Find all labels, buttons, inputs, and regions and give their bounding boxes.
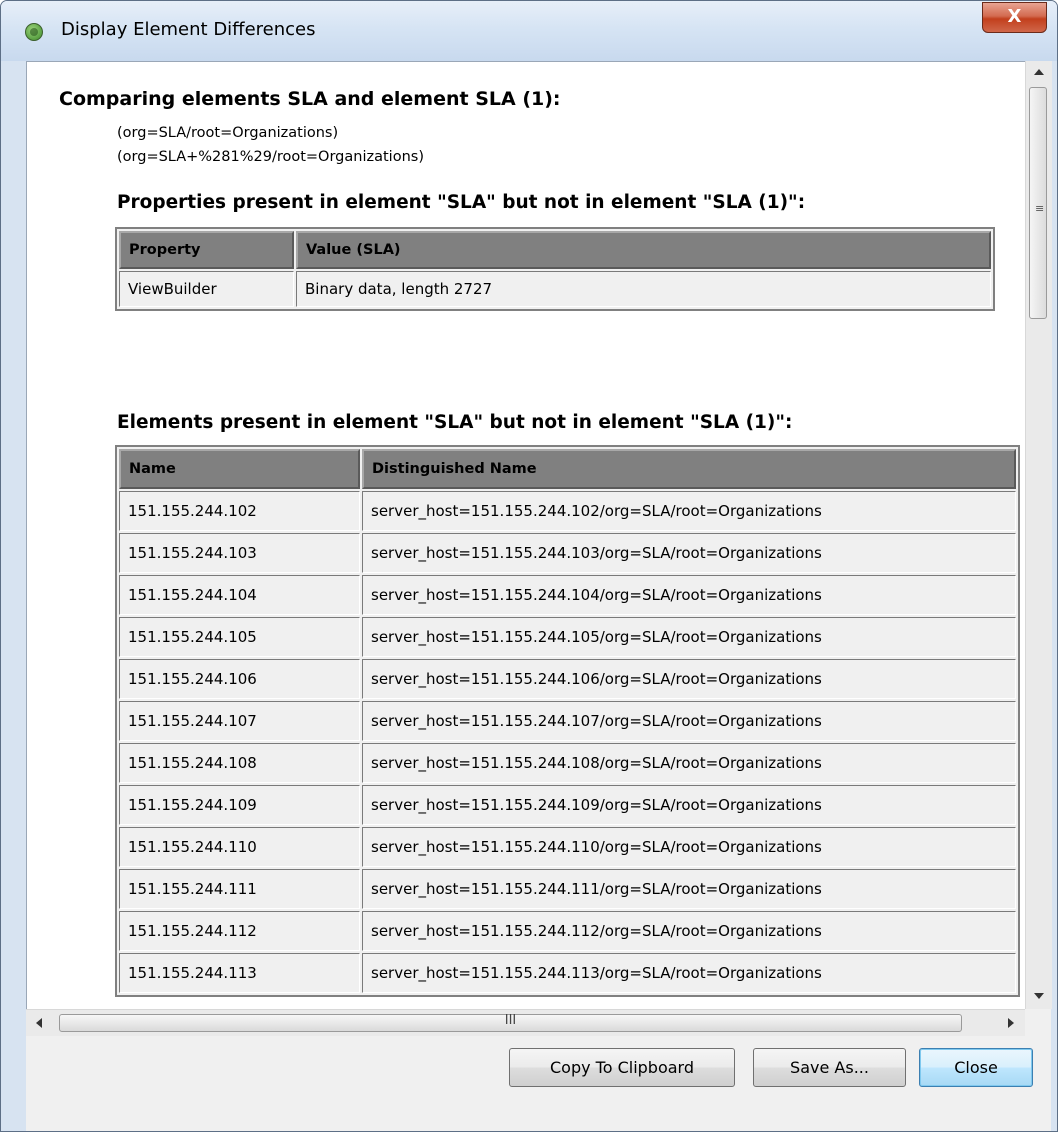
table-row: 151.155.244.112 server_host=151.155.244.1… [119,911,1016,951]
table-row: 151.155.244.107 server_host=151.155.244.1… [119,701,1016,741]
table-row: 151.155.244.106 server_host=151.155.244.1… [119,659,1016,699]
distinguished-name-cell: server_host=151.155.244.109/org=SLA/root… [362,785,1016,825]
name-cell: 151.155.244.108 [119,743,360,783]
name-cell: 151.155.244.112 [119,911,360,951]
distinguished-name-cell: server_host=151.155.244.102/org=SLA/root… [362,491,1016,531]
scroll-left-icon[interactable] [36,1018,42,1028]
distinguished-name-cell: server_host=151.155.244.104/org=SLA/root… [362,575,1016,615]
table-row: 151.155.244.102 server_host=151.155.244.1… [119,491,1016,531]
name-cell: 151.155.244.107 [119,701,360,741]
name-cell: 151.155.244.105 [119,617,360,657]
name-cell: 151.155.244.111 [119,869,360,909]
table-row: 151.155.244.111 server_host=151.155.244.1… [119,869,1016,909]
grip-icon: ≡ [1035,202,1045,215]
scroll-up-icon[interactable] [1034,69,1044,75]
dialog-body: Comparing elements SLA and element SLA (… [26,61,1052,1131]
report-view[interactable]: Comparing elements SLA and element SLA (… [26,61,1025,1010]
distinguished-name-cell: server_host=151.155.244.110/org=SLA/root… [362,827,1016,867]
comparison-heading: Comparing elements SLA and element SLA (… [59,88,561,110]
vertical-scrollbar[interactable]: ≡ [1025,61,1052,1009]
distinguished-name-cell: server_host=151.155.244.113/org=SLA/root… [362,953,1016,993]
app-icon [25,23,43,41]
source-path: (org=SLA/root=Organizations) [117,125,339,141]
name-cell: 151.155.244.109 [119,785,360,825]
scroll-right-icon[interactable] [1008,1018,1014,1028]
elements-heading: Elements present in element "SLA" but no… [117,412,793,433]
scroll-down-icon[interactable] [1034,993,1044,999]
table-row: 151.155.244.104 server_host=151.155.244.1… [119,575,1016,615]
name-cell: 151.155.244.110 [119,827,360,867]
property-name-cell: ViewBuilder [119,271,294,307]
distinguished-name-cell: server_host=151.155.244.111/org=SLA/root… [362,869,1016,909]
property-value-cell: Binary data, length 2727 [296,271,991,307]
window-title: Display Element Differences [61,19,316,40]
scroll-corner [1025,1009,1051,1035]
properties-heading: Properties present in element "SLA" but … [117,192,806,213]
title-bar[interactable]: Display Element Differences X [1,1,1057,61]
horizontal-scroll-thumb[interactable]: III [59,1013,962,1032]
vertical-scroll-thumb[interactable]: ≡ [1029,87,1047,319]
distinguished-name-cell: server_host=151.155.244.108/org=SLA/root… [362,743,1016,783]
close-button[interactable]: Close [919,1048,1033,1087]
distinguished-name-cell: server_host=151.155.244.112/org=SLA/root… [362,911,1016,951]
table-row: 151.155.244.108 server_host=151.155.244.1… [119,743,1016,783]
table-row: 151.155.244.109 server_host=151.155.244.1… [119,785,1016,825]
name-cell: 151.155.244.106 [119,659,360,699]
column-header-name: Name [119,449,360,489]
table-row: ViewBuilder Binary data, length 2727 [119,271,991,307]
table-row: 151.155.244.113 server_host=151.155.244.1… [119,953,1016,993]
distinguished-name-cell: server_host=151.155.244.106/org=SLA/root… [362,659,1016,699]
table-row: 151.155.244.103 server_host=151.155.244.1… [119,533,1016,573]
save-as-button[interactable]: Save As... [753,1048,906,1087]
dialog-window: Display Element Differences X Comparing … [0,0,1058,1132]
copy-to-clipboard-button[interactable]: Copy To Clipboard [509,1048,735,1087]
distinguished-name-cell: server_host=151.155.244.103/org=SLA/root… [362,533,1016,573]
window-close-button[interactable]: X [982,2,1047,33]
target-path: (org=SLA+%281%29/root=Organizations) [117,149,424,165]
name-cell: 151.155.244.102 [119,491,360,531]
name-cell: 151.155.244.103 [119,533,360,573]
grip-icon: III [504,1013,517,1028]
column-header-property: Property [119,231,294,269]
distinguished-name-cell: server_host=151.155.244.105/org=SLA/root… [362,617,1016,657]
name-cell: 151.155.244.113 [119,953,360,993]
name-cell: 151.155.244.104 [119,575,360,615]
horizontal-scrollbar[interactable]: III [26,1009,1025,1036]
table-row: 151.155.244.110 server_host=151.155.244.1… [119,827,1016,867]
table-row: 151.155.244.105 server_host=151.155.244.1… [119,617,1016,657]
distinguished-name-cell: server_host=151.155.244.107/org=SLA/root… [362,701,1016,741]
column-header-distinguished-name: Distinguished Name [362,449,1016,489]
column-header-value: Value (SLA) [296,231,991,269]
elements-table: Name Distinguished Name 151.155.244.102 s… [115,445,1020,997]
properties-table: Property Value (SLA) ViewBuilder Binary … [115,227,995,311]
